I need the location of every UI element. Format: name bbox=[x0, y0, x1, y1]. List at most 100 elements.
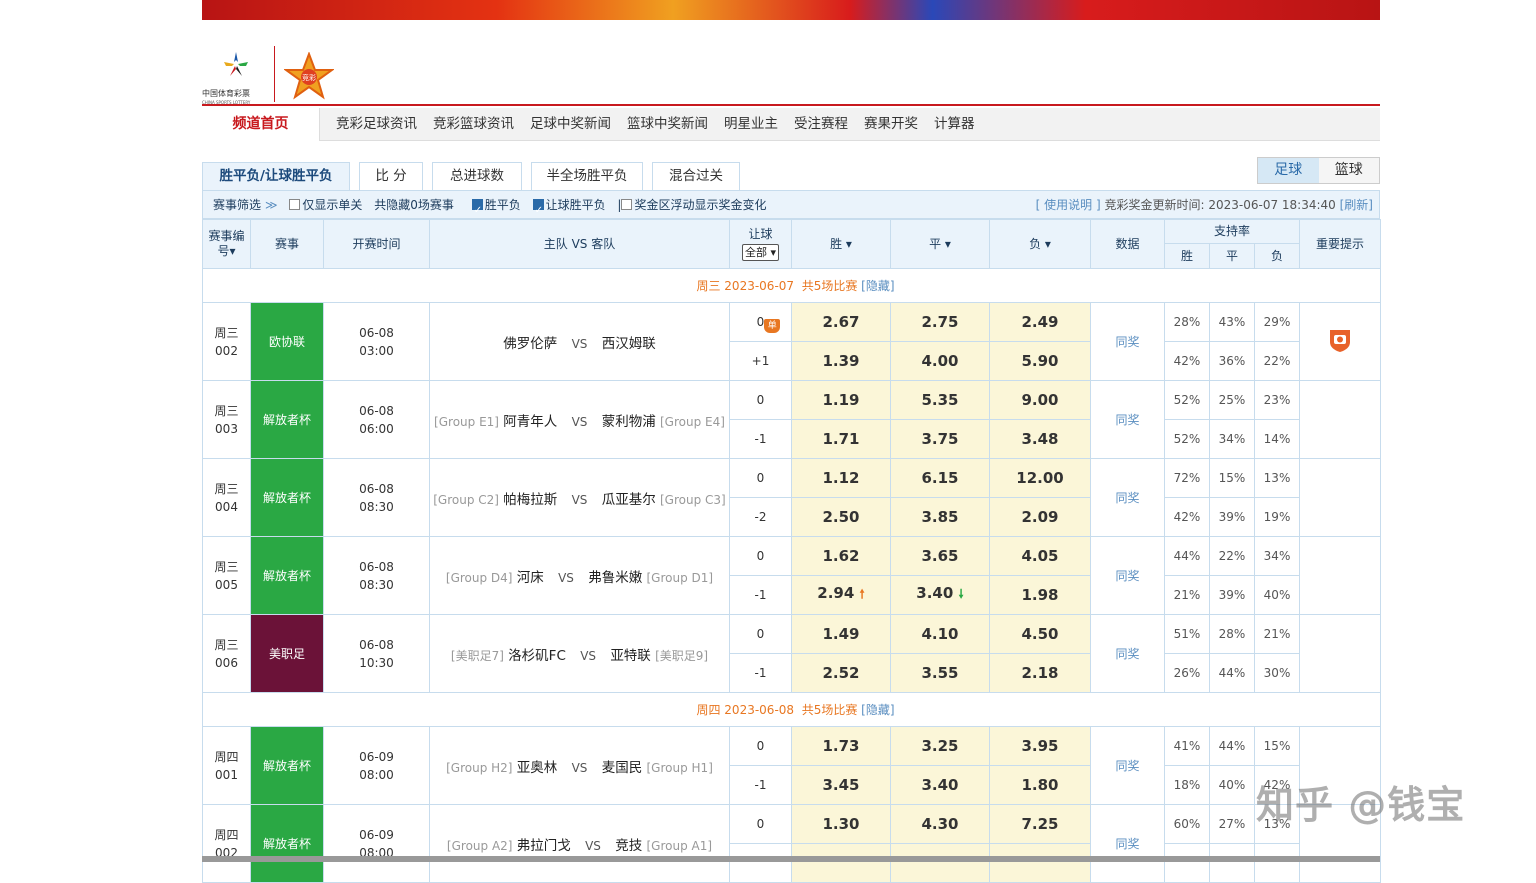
nav-item-basketball-news[interactable]: 竞彩篮球资讯 bbox=[433, 108, 514, 141]
home-team[interactable]: 佛罗伦萨 bbox=[503, 336, 557, 352]
match-filter-button[interactable]: 赛事筛选 ≫ bbox=[213, 198, 282, 212]
league-badge[interactable]: 解放者杯 bbox=[250, 804, 324, 883]
china-sports-lottery-logo[interactable]: 中国体育彩票 CHINA SPORTS LOTTERY bbox=[202, 48, 268, 105]
home-team[interactable]: 帕梅拉斯 bbox=[503, 492, 557, 508]
odds-win[interactable]: 1.73 bbox=[791, 726, 891, 766]
same-odds-link[interactable]: 同奖 bbox=[1115, 413, 1139, 427]
odds-draw[interactable]: 2.75 bbox=[890, 302, 990, 342]
wdl-checkbox[interactable] bbox=[471, 196, 483, 225]
tab-half-full[interactable]: 半全场胜平负 bbox=[531, 162, 643, 190]
nav-item-football-winners[interactable]: 足球中奖新闻 bbox=[530, 108, 611, 141]
odds-lose[interactable]: 4.50 bbox=[989, 614, 1091, 654]
odds-lose[interactable]: 5.90 bbox=[989, 341, 1091, 381]
home-team[interactable]: 弗拉门戈 bbox=[517, 838, 571, 854]
nav-home[interactable]: 频道首页 bbox=[202, 108, 320, 141]
same-odds-link[interactable]: 同奖 bbox=[1115, 491, 1139, 505]
col-win[interactable]: 胜 ▾ bbox=[791, 219, 891, 269]
odds-draw[interactable]: 3.65 bbox=[890, 536, 990, 576]
col-draw[interactable]: 平 ▾ bbox=[890, 219, 990, 269]
odds-draw[interactable]: 5.35 bbox=[890, 380, 990, 420]
float-toggle[interactable]: | 奖金区浮动显示奖金变化 bbox=[617, 198, 770, 212]
odds-win[interactable]: 2.52 bbox=[791, 653, 891, 693]
odds-lose[interactable]: 7.25 bbox=[989, 804, 1091, 844]
refresh-link[interactable]: [刷新] bbox=[1340, 198, 1373, 212]
same-odds-link[interactable]: 同奖 bbox=[1115, 759, 1139, 773]
away-team[interactable]: 瓜亚基尔 bbox=[602, 492, 656, 508]
odds-draw[interactable]: 3.40 🠗 bbox=[890, 575, 990, 615]
odds-win[interactable] bbox=[791, 843, 891, 883]
away-team[interactable]: 竞技 bbox=[615, 838, 642, 854]
hide-group-link[interactable]: [隐藏] bbox=[861, 279, 894, 293]
league-badge[interactable]: 解放者杯 bbox=[250, 380, 324, 459]
odds-win[interactable]: 3.45 bbox=[791, 765, 891, 805]
col-number[interactable]: 赛事编号▾ bbox=[202, 219, 251, 269]
odds-lose[interactable] bbox=[989, 843, 1091, 883]
nav-item-star-owners[interactable]: 明星业主 bbox=[724, 108, 778, 141]
col-lose[interactable]: 负 ▾ bbox=[989, 219, 1091, 269]
home-team[interactable]: 阿青年人 bbox=[503, 414, 557, 430]
odds-lose[interactable]: 3.48 bbox=[989, 419, 1091, 459]
odds-lose[interactable]: 12.00 bbox=[989, 458, 1091, 498]
help-link[interactable]: [ 使用说明 ] bbox=[1036, 198, 1101, 212]
away-team[interactable]: 麦国民 bbox=[602, 760, 643, 776]
tab-mixed[interactable]: 混合过关 bbox=[652, 162, 740, 190]
odds-draw[interactable]: 4.30 bbox=[890, 804, 990, 844]
odds-lose[interactable]: 4.05 bbox=[989, 536, 1091, 576]
odds-win[interactable]: 1.19 bbox=[791, 380, 891, 420]
toggle-football[interactable]: 足球 bbox=[1258, 158, 1319, 183]
tab-total-goals[interactable]: 总进球数 bbox=[432, 162, 522, 190]
odds-draw[interactable]: 3.40 bbox=[890, 765, 990, 805]
nav-item-schedule[interactable]: 受注赛程 bbox=[794, 108, 848, 141]
odds-lose[interactable]: 2.09 bbox=[989, 497, 1091, 537]
tab-score[interactable]: 比 分 bbox=[359, 162, 423, 190]
nav-item-results[interactable]: 赛果开奖 bbox=[864, 108, 918, 141]
odds-win[interactable]: 2.50 bbox=[791, 497, 891, 537]
odds-lose[interactable]: 2.49 bbox=[989, 302, 1091, 342]
handicap-wdl-checkbox[interactable] bbox=[532, 196, 544, 225]
handicap-select[interactable]: 全部 ▾ bbox=[741, 244, 780, 261]
home-team[interactable]: 洛杉矶FC bbox=[508, 648, 566, 664]
odds-win[interactable]: 1.30 bbox=[791, 804, 891, 844]
same-odds-link[interactable]: 同奖 bbox=[1115, 647, 1139, 661]
tab-wdl[interactable]: 胜平负/让球胜平负 bbox=[202, 162, 350, 190]
home-team[interactable]: 河床 bbox=[517, 570, 544, 586]
single-only-toggle[interactable]: 仅显示单关 bbox=[289, 198, 366, 212]
odds-win[interactable]: 2.67 bbox=[791, 302, 891, 342]
odds-draw[interactable]: 4.00 bbox=[890, 341, 990, 381]
league-badge[interactable]: 美职足 bbox=[250, 614, 324, 693]
same-odds-link[interactable]: 同奖 bbox=[1115, 569, 1139, 583]
away-team[interactable]: 弗鲁米嫩 bbox=[588, 570, 642, 586]
odds-win[interactable]: 1.62 bbox=[791, 536, 891, 576]
wdl-toggle[interactable]: 胜平负 bbox=[471, 196, 525, 225]
toggle-basketball[interactable]: 篮球 bbox=[1318, 158, 1379, 183]
same-odds-link[interactable]: 同奖 bbox=[1115, 335, 1139, 349]
hide-group-link[interactable]: [隐藏] bbox=[861, 703, 894, 717]
league-badge[interactable]: 解放者杯 bbox=[250, 726, 324, 805]
league-badge[interactable]: 欧协联 bbox=[250, 302, 324, 381]
same-odds-link[interactable]: 同奖 bbox=[1115, 837, 1139, 851]
away-team[interactable]: 西汉姆联 bbox=[602, 336, 656, 352]
odds-draw[interactable]: 4.10 bbox=[890, 614, 990, 654]
single-only-checkbox[interactable] bbox=[289, 199, 301, 210]
odds-draw[interactable] bbox=[890, 843, 990, 883]
odds-draw[interactable]: 3.85 bbox=[890, 497, 990, 537]
nav-item-basketball-winners[interactable]: 篮球中奖新闻 bbox=[627, 108, 708, 141]
league-badge[interactable]: 解放者杯 bbox=[250, 536, 324, 615]
top-banner[interactable] bbox=[202, 0, 1380, 20]
odds-win[interactable]: 1.12 bbox=[791, 458, 891, 498]
odds-win[interactable]: 1.39 bbox=[791, 341, 891, 381]
away-team[interactable]: 亚特联 bbox=[610, 648, 651, 664]
odds-draw[interactable]: 3.25 bbox=[890, 726, 990, 766]
home-team[interactable]: 亚奥林 bbox=[517, 760, 558, 776]
odds-lose[interactable]: 9.00 bbox=[989, 380, 1091, 420]
odds-win[interactable]: 1.71 bbox=[791, 419, 891, 459]
shield-icon[interactable] bbox=[1327, 327, 1353, 353]
odds-draw[interactable]: 3.75 bbox=[890, 419, 990, 459]
odds-draw[interactable]: 3.55 bbox=[890, 653, 990, 693]
odds-lose[interactable]: 1.98 bbox=[989, 575, 1091, 615]
bottom-scrollbar[interactable] bbox=[202, 856, 1380, 862]
jingcai-star-logo[interactable]: 竞彩 bbox=[284, 52, 334, 100]
odds-lose[interactable]: 1.80 bbox=[989, 765, 1091, 805]
away-team[interactable]: 蒙利物浦 bbox=[602, 414, 656, 430]
nav-item-calculator[interactable]: 计算器 bbox=[934, 108, 975, 141]
